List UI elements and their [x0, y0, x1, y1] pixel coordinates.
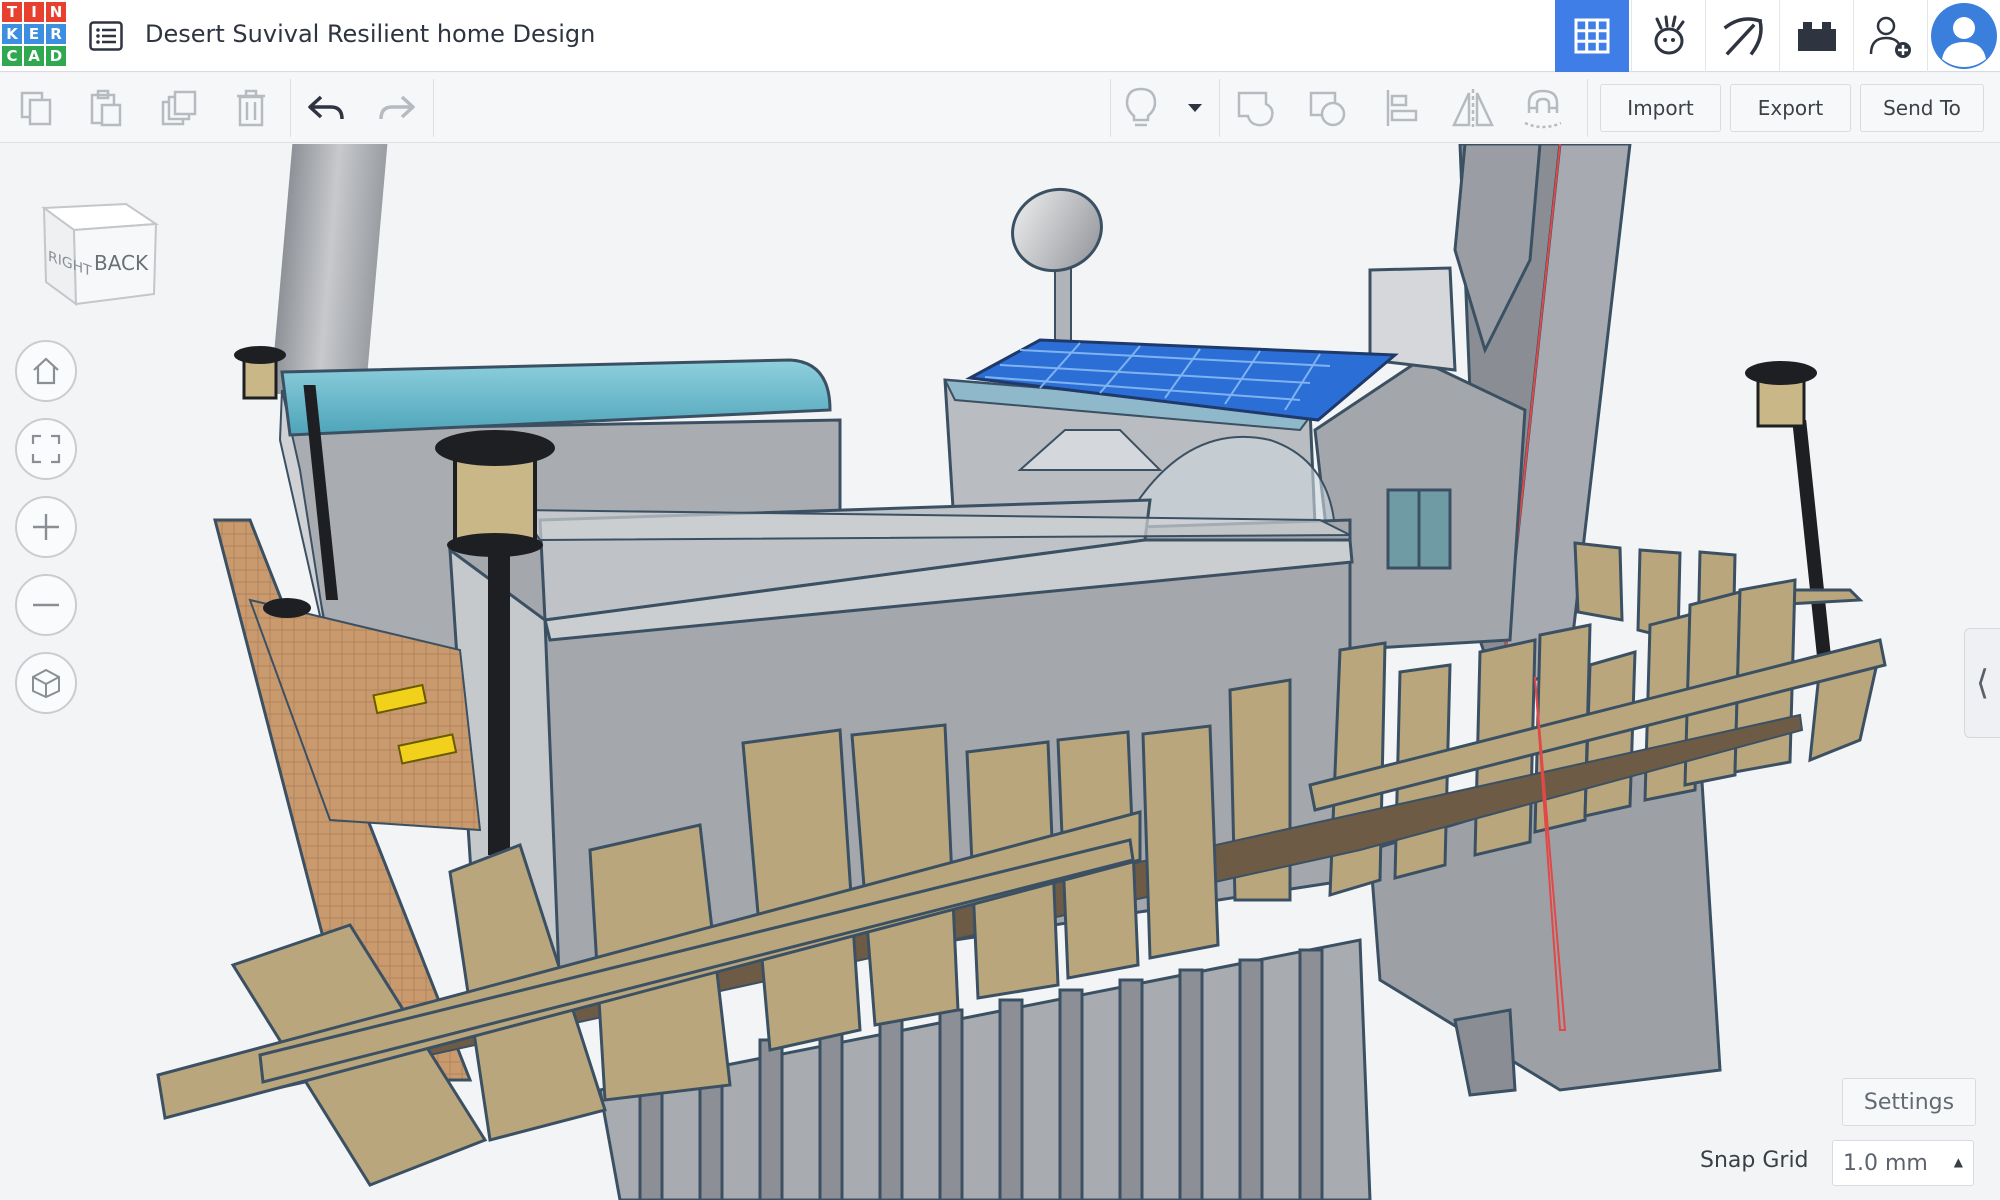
fit-all-button[interactable]: [15, 418, 77, 480]
mirror-button[interactable]: [1448, 83, 1498, 133]
design-title[interactable]: Desert Suvival Resilient home Design: [145, 20, 595, 48]
fit-all-icon: [31, 434, 61, 464]
top-bar: T I N K E R C A D Desert Suvival Resilie…: [0, 0, 2000, 72]
copy-icon: [20, 91, 52, 126]
zoom-out-icon: [33, 603, 59, 607]
home-view-button[interactable]: [15, 340, 77, 402]
mirror-icon: [1452, 89, 1494, 127]
zoom-out-button[interactable]: [15, 574, 77, 636]
shapes-panel-toggle[interactable]: ⟨: [1964, 628, 2000, 738]
logo-letter: A: [24, 46, 44, 66]
ungroup-icon: [1309, 91, 1346, 127]
design-list-button[interactable]: [86, 16, 126, 56]
logo-letter: D: [46, 46, 66, 66]
list-icon: [89, 21, 123, 51]
zoom-in-icon: [33, 514, 59, 540]
group-icon: [1237, 91, 1274, 127]
workplane-viewport[interactable]: BACK RIGHT ⟨ Settings Snap Grid 1.0 mm ▲: [0, 144, 2000, 1200]
ortho-view-icon: [32, 668, 60, 699]
ortho-view-button[interactable]: [15, 652, 77, 714]
logo-letter: C: [2, 46, 22, 66]
duplicate-icon: [161, 90, 197, 126]
logo-letter: I: [24, 2, 44, 22]
satellite-dish: [1011, 187, 1103, 356]
dropdown-caret-icon: [1188, 104, 1202, 112]
chevron-left-icon: ⟨: [1975, 663, 1990, 703]
bricks-icon: [1797, 22, 1836, 51]
paste-icon: [90, 89, 122, 127]
grid-icon: [1574, 18, 1610, 54]
magnet-icon: [1524, 89, 1562, 129]
invite-user-icon: [1869, 16, 1911, 58]
delete-icon: [237, 89, 265, 127]
invite-user-button[interactable]: [1853, 0, 1927, 72]
align-button[interactable]: [1377, 83, 1427, 133]
user-avatar-icon: [1931, 3, 1997, 69]
settings-button[interactable]: Settings: [1842, 1078, 1976, 1126]
pickaxe-icon: [1723, 17, 1763, 56]
bricks-button[interactable]: [1779, 0, 1853, 72]
codeblocks-icon: [1654, 15, 1684, 55]
show-all-button[interactable]: [1116, 83, 1166, 133]
user-avatar-button[interactable]: [1927, 0, 2000, 72]
view-cube-icon: BACK RIGHT: [41, 202, 159, 307]
undo-button[interactable]: [301, 83, 351, 133]
snap-grid-value: 1.0 mm: [1843, 1150, 1928, 1176]
snap-grid-select[interactable]: 1.0 mm ▲: [1832, 1140, 1974, 1186]
ungroup-button[interactable]: [1303, 83, 1353, 133]
group-button[interactable]: [1231, 83, 1281, 133]
logo-letter: T: [2, 2, 22, 22]
logo-letter: E: [24, 24, 44, 44]
import-button[interactable]: Import: [1600, 84, 1721, 132]
view-cube[interactable]: BACK RIGHT: [36, 184, 166, 314]
send-to-button[interactable]: Send To: [1860, 84, 1984, 132]
home-icon: [33, 357, 59, 385]
undo-icon: [308, 95, 344, 120]
paste-button[interactable]: [81, 83, 131, 133]
logo-letter: R: [46, 24, 66, 44]
tinkercad-logo[interactable]: T I N K E R C A D: [2, 2, 68, 68]
chimney: [270, 144, 388, 394]
redo-button[interactable]: [372, 83, 422, 133]
export-button[interactable]: Export: [1730, 84, 1851, 132]
show-all-dropdown[interactable]: [1173, 83, 1217, 133]
3d-model-scene[interactable]: [0, 144, 2000, 1200]
cruise-button[interactable]: [1518, 83, 1568, 133]
align-icon: [1386, 90, 1418, 126]
delete-button[interactable]: [226, 83, 276, 133]
3d-design-button[interactable]: [1555, 0, 1629, 72]
edit-toolbar: Import Export Send To: [0, 73, 2000, 143]
logo-letter: K: [2, 24, 22, 44]
codeblocks-button[interactable]: [1631, 0, 1705, 72]
lightbulb-icon: [1125, 87, 1157, 127]
zoom-in-button[interactable]: [15, 496, 77, 558]
snap-grid-label: Snap Grid: [1700, 1148, 1809, 1173]
redo-icon: [379, 95, 415, 120]
cube-face-back: BACK: [94, 251, 149, 275]
logo-letter: N: [46, 2, 66, 22]
minecraft-button[interactable]: [1705, 0, 1779, 72]
duplicate-button[interactable]: [154, 83, 204, 133]
copy-button[interactable]: [11, 83, 61, 133]
caret-up-icon: ▲: [1953, 1155, 1963, 1169]
